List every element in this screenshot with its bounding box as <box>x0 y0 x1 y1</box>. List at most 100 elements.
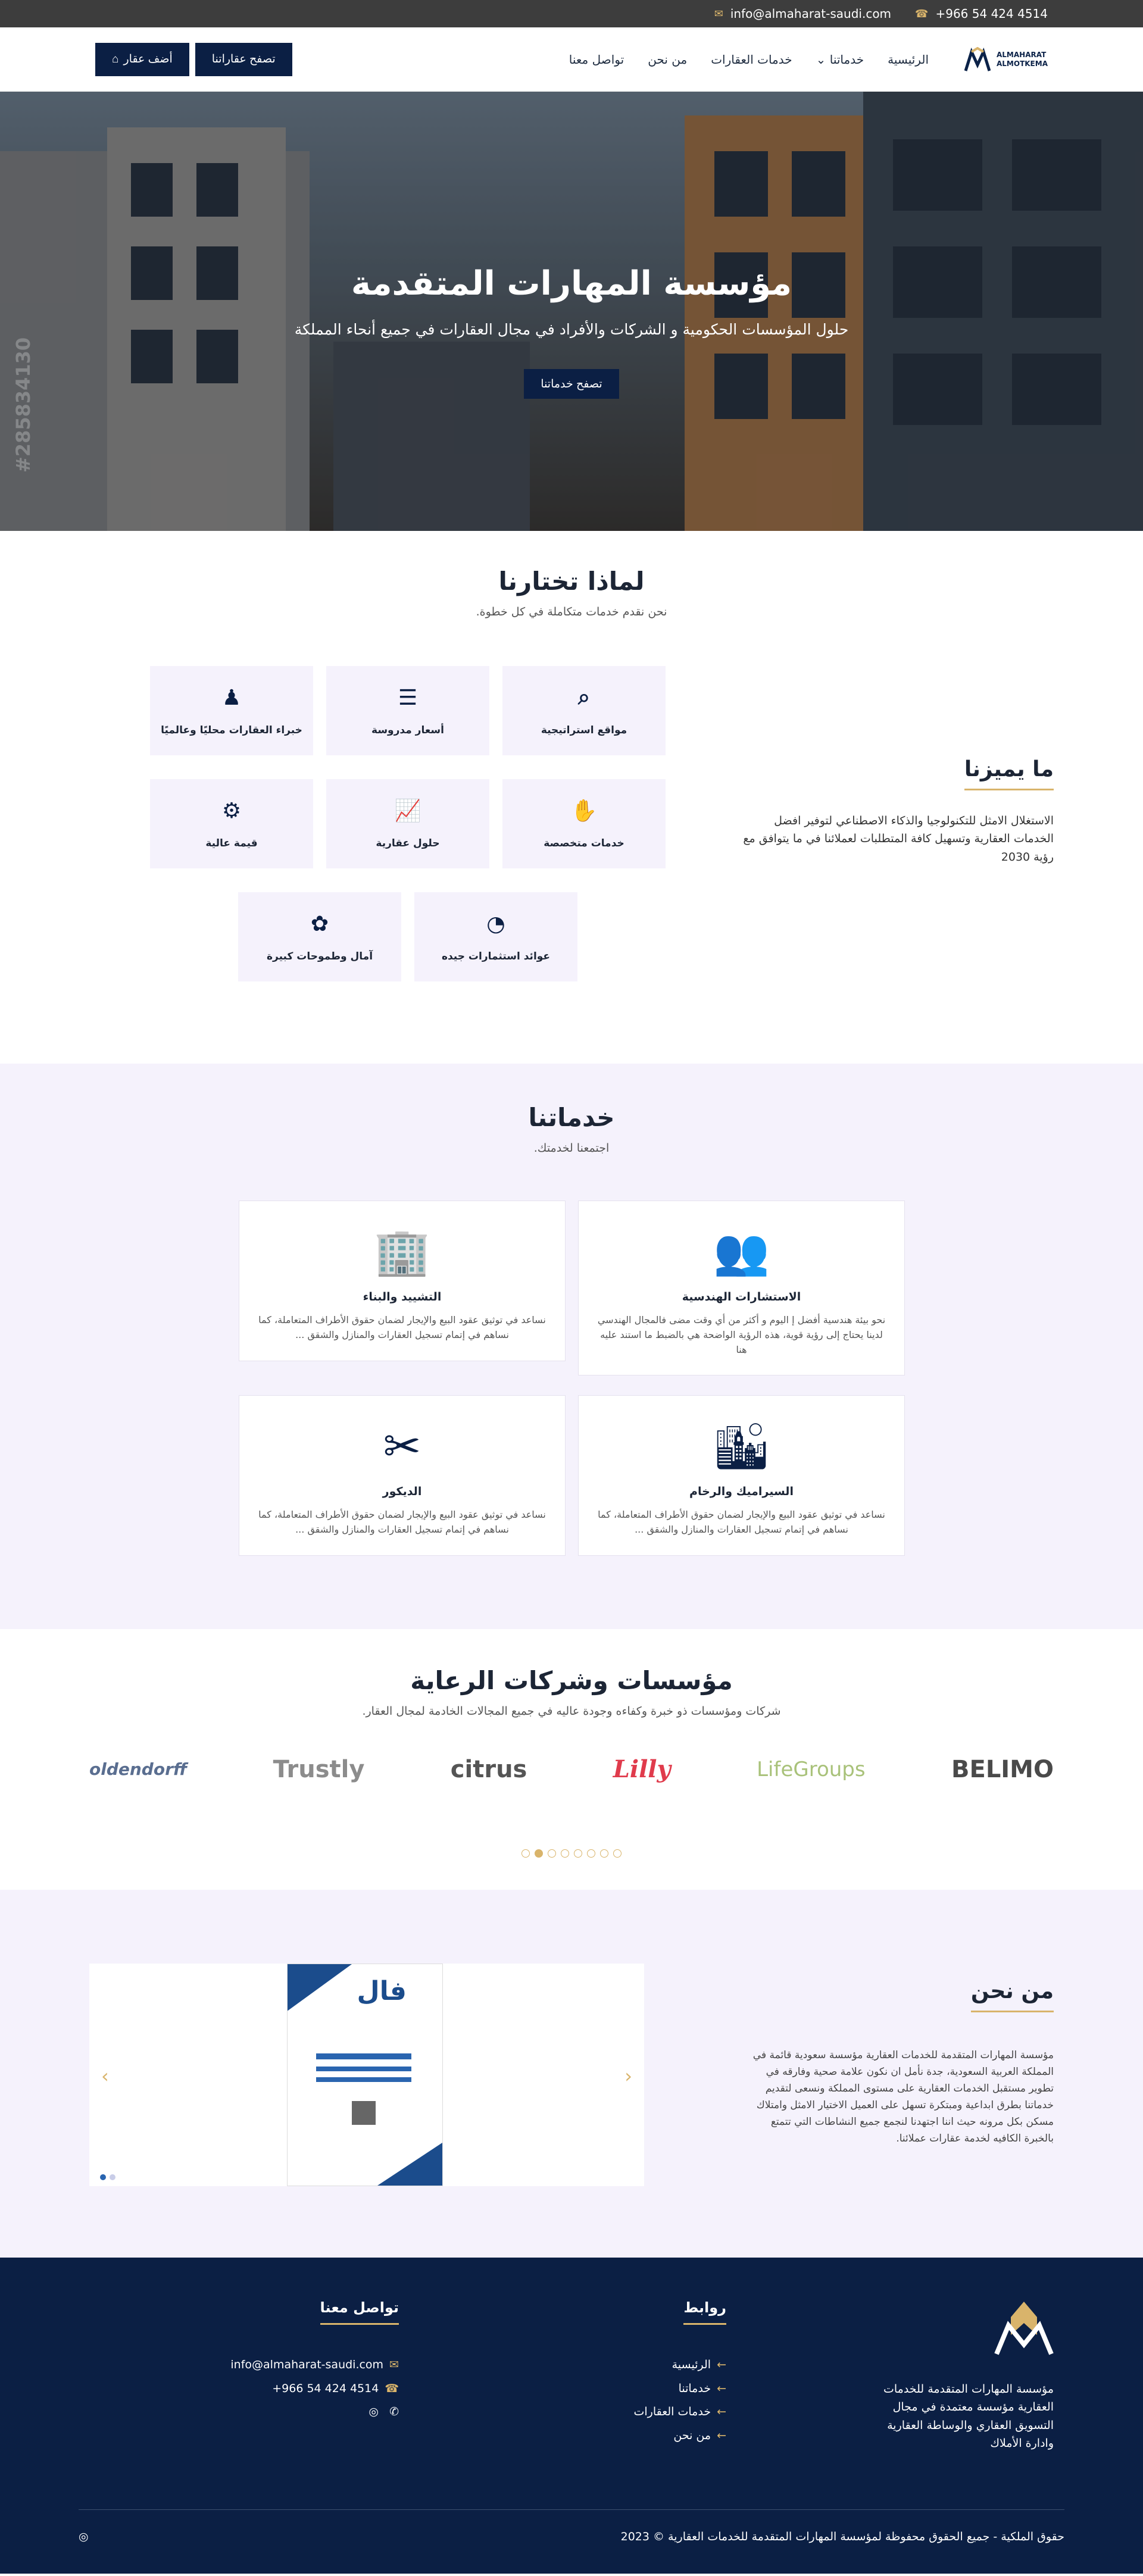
service-card[interactable]: 👥 الاستشارات الهندسية نحو بيئة هندسية أف… <box>578 1201 905 1376</box>
slider-dot-active[interactable] <box>100 2174 106 2180</box>
carousel-dot[interactable] <box>587 1849 595 1858</box>
service-card[interactable]: 🏙 السيراميك والرخام نساعد في توثيق عقود … <box>578 1395 905 1556</box>
service-card[interactable]: 🏢 التشييد والبناء نساعد في توثيق عقود ال… <box>239 1201 566 1361</box>
home-plus-icon: ⌂ <box>112 52 119 65</box>
checklist-icon: ☰ <box>398 685 418 710</box>
instagram-icon[interactable]: ◎ <box>368 2405 379 2418</box>
footer-social: ✆ ◎ <box>230 2400 399 2424</box>
city-buildings-icon: 🏙 <box>713 1420 770 1473</box>
top-phone[interactable]: +966 54 424 4514 <box>935 7 1048 21</box>
partner-logo[interactable]: citrus <box>451 1756 527 1783</box>
why-subtitle: نحن نقدم خدمات متكاملة في كل خطوة. <box>476 605 667 618</box>
service-card[interactable]: ✂ الديكور نساعد في توثيق عقود البيع والإ… <box>239 1395 566 1556</box>
logo-mark-icon <box>964 46 991 72</box>
chevron-down-icon: ⌄ <box>816 52 826 67</box>
carousel-dot[interactable] <box>521 1849 530 1858</box>
add-property-button[interactable]: أضف عقار ⌂ <box>95 42 189 76</box>
top-email[interactable]: info@almaharat-saudi.com <box>730 7 891 21</box>
partner-logo[interactable]: Trustly <box>273 1756 365 1783</box>
nav-menu: الرئيسية خدماتنا ⌄ خدمات العقارات من نحن… <box>569 52 929 67</box>
about-section: ‹ › فال من نحن مؤسسة المهارات المتقدمة ل… <box>0 1890 1143 2258</box>
services-subtitle: اجتمعنا لخدمتك. <box>533 1142 610 1155</box>
nav-actions: تصفح عقاراتنا أضف عقار ⌂ <box>95 42 292 76</box>
arrow-left-icon: ← <box>717 2428 726 2442</box>
nav-services[interactable]: خدماتنا ⌄ <box>816 52 864 67</box>
footer-link-label: خدمات العقارات <box>633 2405 711 2419</box>
nav-contact[interactable]: تواصل معنا <box>569 52 624 67</box>
partners-carousel-dots <box>0 1849 1143 1858</box>
envelope-icon: ✉ <box>389 2358 399 2371</box>
footer-links: روابط ← الرئيسية ← خدماتنا ← خدمات العقارات… <box>633 2299 726 2447</box>
slider-dot[interactable] <box>110 2174 115 2180</box>
feature-label: عوائد استثمارات جيده <box>441 950 551 962</box>
footer-link[interactable]: ← خدمات العقارات <box>633 2400 726 2424</box>
carousel-dot-active[interactable] <box>535 1849 543 1858</box>
feature-card: ✋ خدمات متخصصة <box>502 779 666 868</box>
footer-email[interactable]: ✉ info@almaharat-saudi.com <box>230 2353 399 2377</box>
envelope-icon: ✉ <box>714 7 723 20</box>
carousel-dot[interactable] <box>561 1849 569 1858</box>
phone-icon: ☎ <box>915 7 929 20</box>
footer-contact: تواصل معنا ✉ info@almaharat-saudi.com ☎ +9… <box>230 2299 399 2424</box>
partners-section: مؤسسات وشركات الرعاية شركات ومؤسسات ذو خ… <box>0 1629 1143 1890</box>
partner-logo[interactable]: BELIMO <box>951 1756 1054 1783</box>
nav-home[interactable]: الرئيسية <box>888 52 929 67</box>
footer-phone[interactable]: ☎ +966 54 424 4514 <box>230 2377 399 2401</box>
footer-links-title: روابط <box>683 2299 726 2325</box>
distinction-text: الاستغلال الامثل للتكنولوجيا والذكاء الا… <box>743 814 1054 864</box>
carousel-dot[interactable] <box>548 1849 556 1858</box>
partners-title: مؤسسات وشركات الرعاية <box>410 1666 733 1695</box>
service-text: نساعد في توثيق عقود البيع والإيجار لضمان… <box>258 1314 546 1340</box>
slider-dots <box>100 2174 115 2180</box>
footer-phone-text: +966 54 424 4514 <box>272 2381 379 2395</box>
about-text: مؤسسة المهارات المتقدمة للخدمات العقارية… <box>752 2049 1054 2145</box>
hero-title: مؤسسة المهارات المتقدمة <box>351 264 792 303</box>
footer-link[interactable]: ← خدماتنا <box>633 2377 726 2401</box>
footer-email-text: info@almaharat-saudi.com <box>230 2358 384 2371</box>
logo-text: ALMAHARAT ALMOTKEMA <box>997 51 1048 68</box>
why-us-section: لماذا تختارنا نحن نقدم خدمات متكاملة في … <box>0 531 1143 1064</box>
instagram-icon[interactable]: ◎ <box>79 2530 89 2543</box>
browse-properties-button[interactable]: تصفح عقاراتنا <box>195 42 292 76</box>
partner-logo[interactable]: LifeGroups <box>757 1758 866 1781</box>
location-search-icon: ⌕ <box>577 685 591 709</box>
footer-bottom: حقوق الملكية - جميع الحقوق محفوظة لمؤسسة… <box>79 2509 1064 2543</box>
license-document-image: فال <box>287 1964 443 2186</box>
nav-about[interactable]: من نحن <box>648 52 687 67</box>
design-tools-icon: ✂ <box>383 1420 421 1473</box>
partner-logo[interactable]: oldendorff <box>89 1759 187 1779</box>
phone-icon: ☎ <box>385 2381 399 2395</box>
doc-brand: فال <box>357 1976 407 2006</box>
carousel-dot[interactable] <box>600 1849 608 1858</box>
why-title: لماذا تختارنا <box>498 567 645 596</box>
email-contact[interactable]: ✉ info@almaharat-saudi.com <box>714 7 891 21</box>
nav-real-estate[interactable]: خدمات العقارات <box>711 52 792 67</box>
arrow-left-icon: ← <box>717 2381 726 2395</box>
partner-logo[interactable]: Lilly <box>613 1755 671 1783</box>
slider-prev-arrow[interactable]: ‹ <box>624 2065 632 2087</box>
carousel-dot[interactable] <box>613 1849 622 1858</box>
whatsapp-icon[interactable]: ✆ <box>389 2405 399 2418</box>
footer-link[interactable]: ← من نحن <box>633 2424 726 2448</box>
feature-label: أسعار مدروسة <box>371 724 444 736</box>
hero-subtitle: حلول المؤسسات الحكومية و الشركات والأفرا… <box>294 321 849 338</box>
feature-card: 📈 حلول عقارية <box>326 779 489 868</box>
phone-contact[interactable]: ☎ +966 54 424 4514 <box>915 7 1048 21</box>
partners-subtitle: شركات ومؤسسات ذو خبرة وكفاءه وجودة عاليه… <box>362 1705 781 1718</box>
feature-label: خدمات متخصصة <box>544 837 624 849</box>
expert-icon: ♟ <box>221 685 242 710</box>
footer-link[interactable]: ← الرئيسية <box>633 2353 726 2377</box>
site-logo[interactable]: ALMAHARAT ALMOTKEMA <box>964 46 1048 72</box>
service-title: التشييد والبناء <box>363 1290 442 1303</box>
handshake-icon: ✋ <box>570 799 598 823</box>
feature-card: ⚙ قيمة عالية <box>150 779 313 868</box>
service-title: السيراميك والرخام <box>689 1485 794 1498</box>
feature-card: ◔ عوائد استثمارات جيده <box>414 892 577 981</box>
distinction-block: ما يميزنا الاستغلال الامثل للتكنولوجيا و… <box>732 757 1054 866</box>
slider-next-arrow[interactable]: › <box>101 2065 109 2087</box>
about-image-slider: ‹ › فال <box>89 1964 644 2186</box>
feature-card: ⌕ مواقع استراتيجية <box>502 666 666 755</box>
carousel-dot[interactable] <box>574 1849 582 1858</box>
browse-services-button[interactable]: تصفح خدماتنا <box>524 369 619 399</box>
services-title: خدماتنا <box>528 1103 615 1132</box>
